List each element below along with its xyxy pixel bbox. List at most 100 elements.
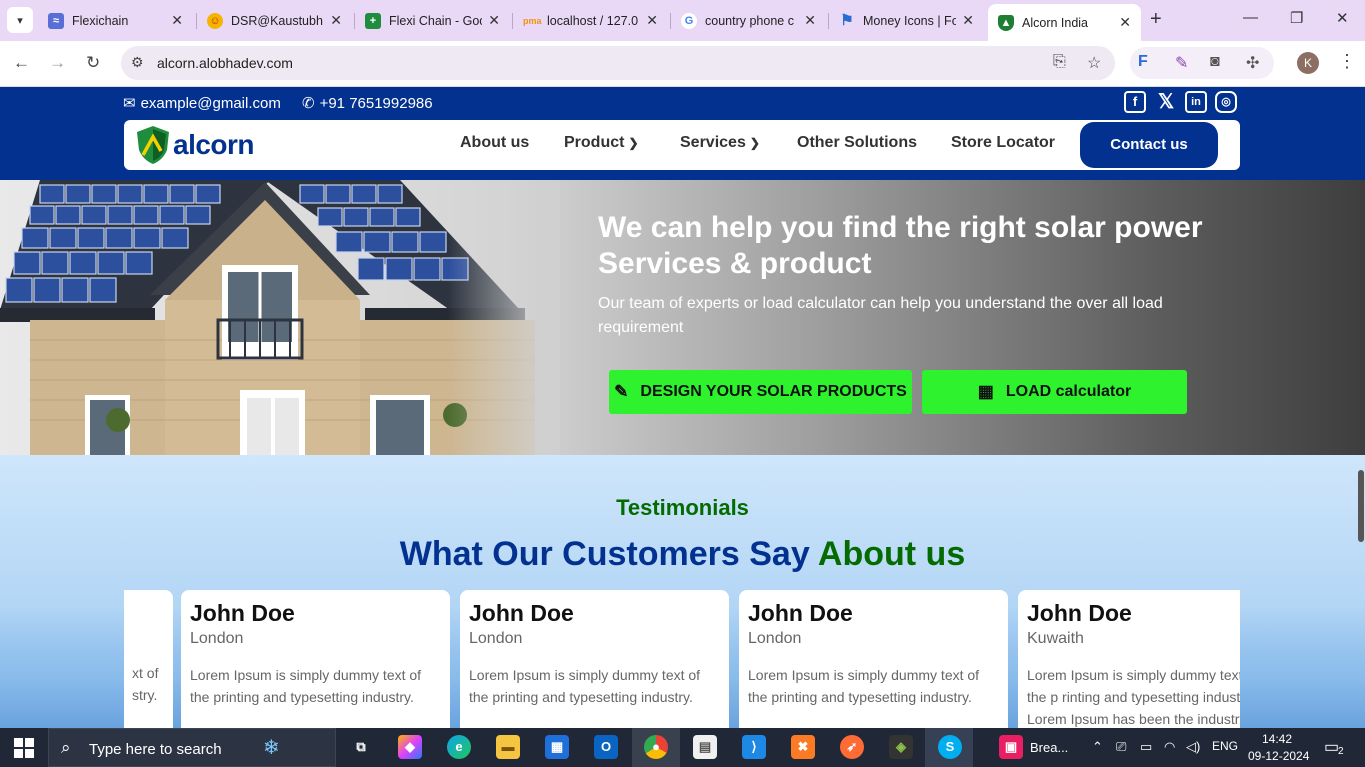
chevron-down-icon: ❯ xyxy=(749,136,760,150)
tab-alcorn-india[interactable]: ▲ Alcorn India ✕ xyxy=(988,4,1141,41)
phone-contact[interactable]: ✆ +91 7651992986 xyxy=(302,94,433,113)
design-solar-products-button[interactable]: ✎ DESIGN YOUR SOLAR PRODUCTS xyxy=(609,370,912,414)
back-icon[interactable]: ← xyxy=(13,53,30,73)
install-app-icon[interactable]: ⎘ xyxy=(1053,53,1066,71)
close-window-icon[interactable]: ✕ xyxy=(1336,9,1349,27)
extensions-puzzle-icon[interactable]: ✣ xyxy=(1246,53,1259,73)
dsr-icon: ☺ xyxy=(207,12,223,29)
testimonial-card: John Doe London Lorem Ipsum is simply du… xyxy=(739,590,1008,728)
close-tab-icon[interactable]: ✕ xyxy=(804,12,816,29)
profile-avatar[interactable]: K xyxy=(1297,52,1319,74)
nav-about-us[interactable]: About us xyxy=(460,134,529,152)
button-label: LOAD calculator xyxy=(1005,383,1132,400)
facebook-icon[interactable]: f xyxy=(1124,91,1146,113)
address-bar[interactable]: ⚙ alcorn.alobhadev.com ⎘ ☆ xyxy=(121,46,1115,80)
hero-title: We can help you find the right solar pow… xyxy=(598,211,1203,280)
clock-time[interactable]: 14:42 xyxy=(1262,732,1292,746)
bookmark-star-icon[interactable]: ☆ xyxy=(1087,53,1101,73)
windows-start-icon[interactable] xyxy=(14,738,34,758)
camera-extension-icon[interactable]: ◙ xyxy=(1210,53,1220,71)
running-app-icon[interactable]: ▣ xyxy=(999,735,1023,759)
tab-flexi-chain-sheet[interactable]: + Flexi Chain - Goo ✕ xyxy=(355,6,510,35)
instagram-icon[interactable]: ◎ xyxy=(1215,91,1237,113)
edge-icon[interactable]: e xyxy=(447,735,471,759)
testimonial-carousel[interactable]: xt of stry. John Doe London Lorem Ipsum … xyxy=(124,590,1240,728)
site-info-icon[interactable]: ⚙ xyxy=(131,54,144,71)
close-tab-icon[interactable]: ✕ xyxy=(962,12,974,29)
flexi-extension-icon[interactable]: F xyxy=(1138,53,1148,71)
xampp-icon[interactable]: ✖ xyxy=(791,735,815,759)
new-tab-icon[interactable]: + xyxy=(1150,8,1162,31)
testimonial-card-partial: xt of stry. xyxy=(124,590,173,728)
testimonials-eyebrow: Testimonials xyxy=(616,495,749,520)
email-contact[interactable]: ✉ example@gmail.com xyxy=(123,94,281,113)
chrome-icon[interactable]: ● xyxy=(644,735,668,759)
search-icon: ⌕ xyxy=(61,738,71,757)
postman-icon[interactable]: ➶ xyxy=(840,735,864,759)
search-placeholder: Type here to search xyxy=(89,741,222,758)
tab-title: country phone c xyxy=(705,13,794,28)
calculator-icon: ▦ xyxy=(977,382,994,401)
close-tab-icon[interactable]: ✕ xyxy=(488,12,500,29)
phone-text[interactable]: +91 7651992986 xyxy=(320,95,433,112)
x-twitter-icon[interactable]: 𝕏 xyxy=(1155,91,1177,113)
notification-count: 2 xyxy=(1338,746,1344,757)
winter-widget-icon: ❄ xyxy=(263,737,280,759)
design-tools-icon: ✎ xyxy=(614,382,629,401)
close-tab-icon[interactable]: ✕ xyxy=(330,12,342,29)
notepad-icon[interactable]: ▤ xyxy=(693,735,717,759)
tab-localhost[interactable]: pma localhost / 127.0 ✕ xyxy=(513,6,668,35)
minimize-icon[interactable]: — xyxy=(1243,9,1258,26)
outlook-icon[interactable]: O xyxy=(594,735,618,759)
page-scrollbar[interactable] xyxy=(1358,470,1364,542)
card-location: Kuwaith xyxy=(1027,630,1084,647)
reload-icon[interactable]: ↻ xyxy=(86,53,100,73)
email-text[interactable]: example@gmail.com xyxy=(141,95,281,112)
card-text: xt of stry. xyxy=(132,665,159,703)
close-tab-icon[interactable]: ✕ xyxy=(1119,14,1131,31)
notification-center-icon[interactable]: ▭ xyxy=(1324,737,1339,757)
forward-icon[interactable]: → xyxy=(49,53,66,73)
contact-us-button[interactable]: Contact us xyxy=(1080,122,1218,168)
site-header: ✉ example@gmail.com ✆ +91 7651992986 f 𝕏… xyxy=(0,87,1365,180)
battery-icon[interactable]: ▭ xyxy=(1140,739,1152,755)
tab-flexichain[interactable]: ≈ Flexichain ✕ xyxy=(38,6,193,35)
clock-date[interactable]: 09-12-2024 xyxy=(1248,749,1309,763)
tab-dsr[interactable]: ☺ DSR@Kaustubh ✕ xyxy=(197,6,352,35)
main-navbar: alcorn About us Product ❯ Services ❯ Other… xyxy=(124,120,1240,170)
url-text[interactable]: alcorn.alobhadev.com xyxy=(157,55,293,71)
nav-services[interactable]: Services ❯ xyxy=(680,134,760,152)
microsoft-store-icon[interactable]: ▦ xyxy=(545,735,569,759)
skype-icon[interactable]: S xyxy=(938,735,962,759)
git-icon[interactable]: ◈ xyxy=(889,735,913,759)
alcorn-logo[interactable]: alcorn xyxy=(135,125,255,165)
nav-product[interactable]: Product ❯ xyxy=(564,134,639,152)
language-indicator[interactable]: ENG xyxy=(1212,739,1238,753)
running-app-label[interactable]: Brea... xyxy=(1030,740,1068,755)
wifi-icon[interactable]: ◠ xyxy=(1164,739,1175,755)
file-explorer-icon[interactable]: ▬ xyxy=(496,735,520,759)
close-tab-icon[interactable]: ✕ xyxy=(171,12,183,29)
tab-country-phone[interactable]: G country phone c ✕ xyxy=(671,6,826,35)
copilot-icon[interactable]: ◆ xyxy=(398,735,422,759)
pen-extension-icon[interactable]: ✎ xyxy=(1175,53,1188,73)
task-view-icon[interactable]: ⧉ xyxy=(349,735,373,759)
flexichain-icon: ≈ xyxy=(48,12,64,29)
taskbar-search[interactable]: ⌕ Type here to search ❄ xyxy=(48,728,336,767)
card-location: London xyxy=(469,630,523,647)
card-name: John Doe xyxy=(469,600,574,626)
nav-store-locator[interactable]: Store Locator xyxy=(951,134,1055,152)
restore-icon[interactable]: ❐ xyxy=(1290,9,1303,27)
tray-overflow-icon[interactable]: ⌃ xyxy=(1092,739,1103,755)
nav-other-solutions[interactable]: Other Solutions xyxy=(797,134,917,152)
volume-icon[interactable]: ◁) xyxy=(1186,739,1200,755)
meet-now-icon[interactable]: ⎚ xyxy=(1116,739,1126,755)
vscode-icon[interactable]: ⟩ xyxy=(742,735,766,759)
linkedin-icon[interactable]: in xyxy=(1185,91,1207,113)
tab-search-button[interactable]: ▾ xyxy=(7,7,33,33)
tab-money-icons[interactable]: ⚑ Money Icons | Fo ✕ xyxy=(829,6,984,35)
load-calculator-button[interactable]: ▦ LOAD calculator xyxy=(922,370,1187,414)
browser-menu-icon[interactable]: ⋮ xyxy=(1338,51,1356,72)
phone-icon: ✆ xyxy=(302,95,315,112)
close-tab-icon[interactable]: ✕ xyxy=(646,12,658,29)
